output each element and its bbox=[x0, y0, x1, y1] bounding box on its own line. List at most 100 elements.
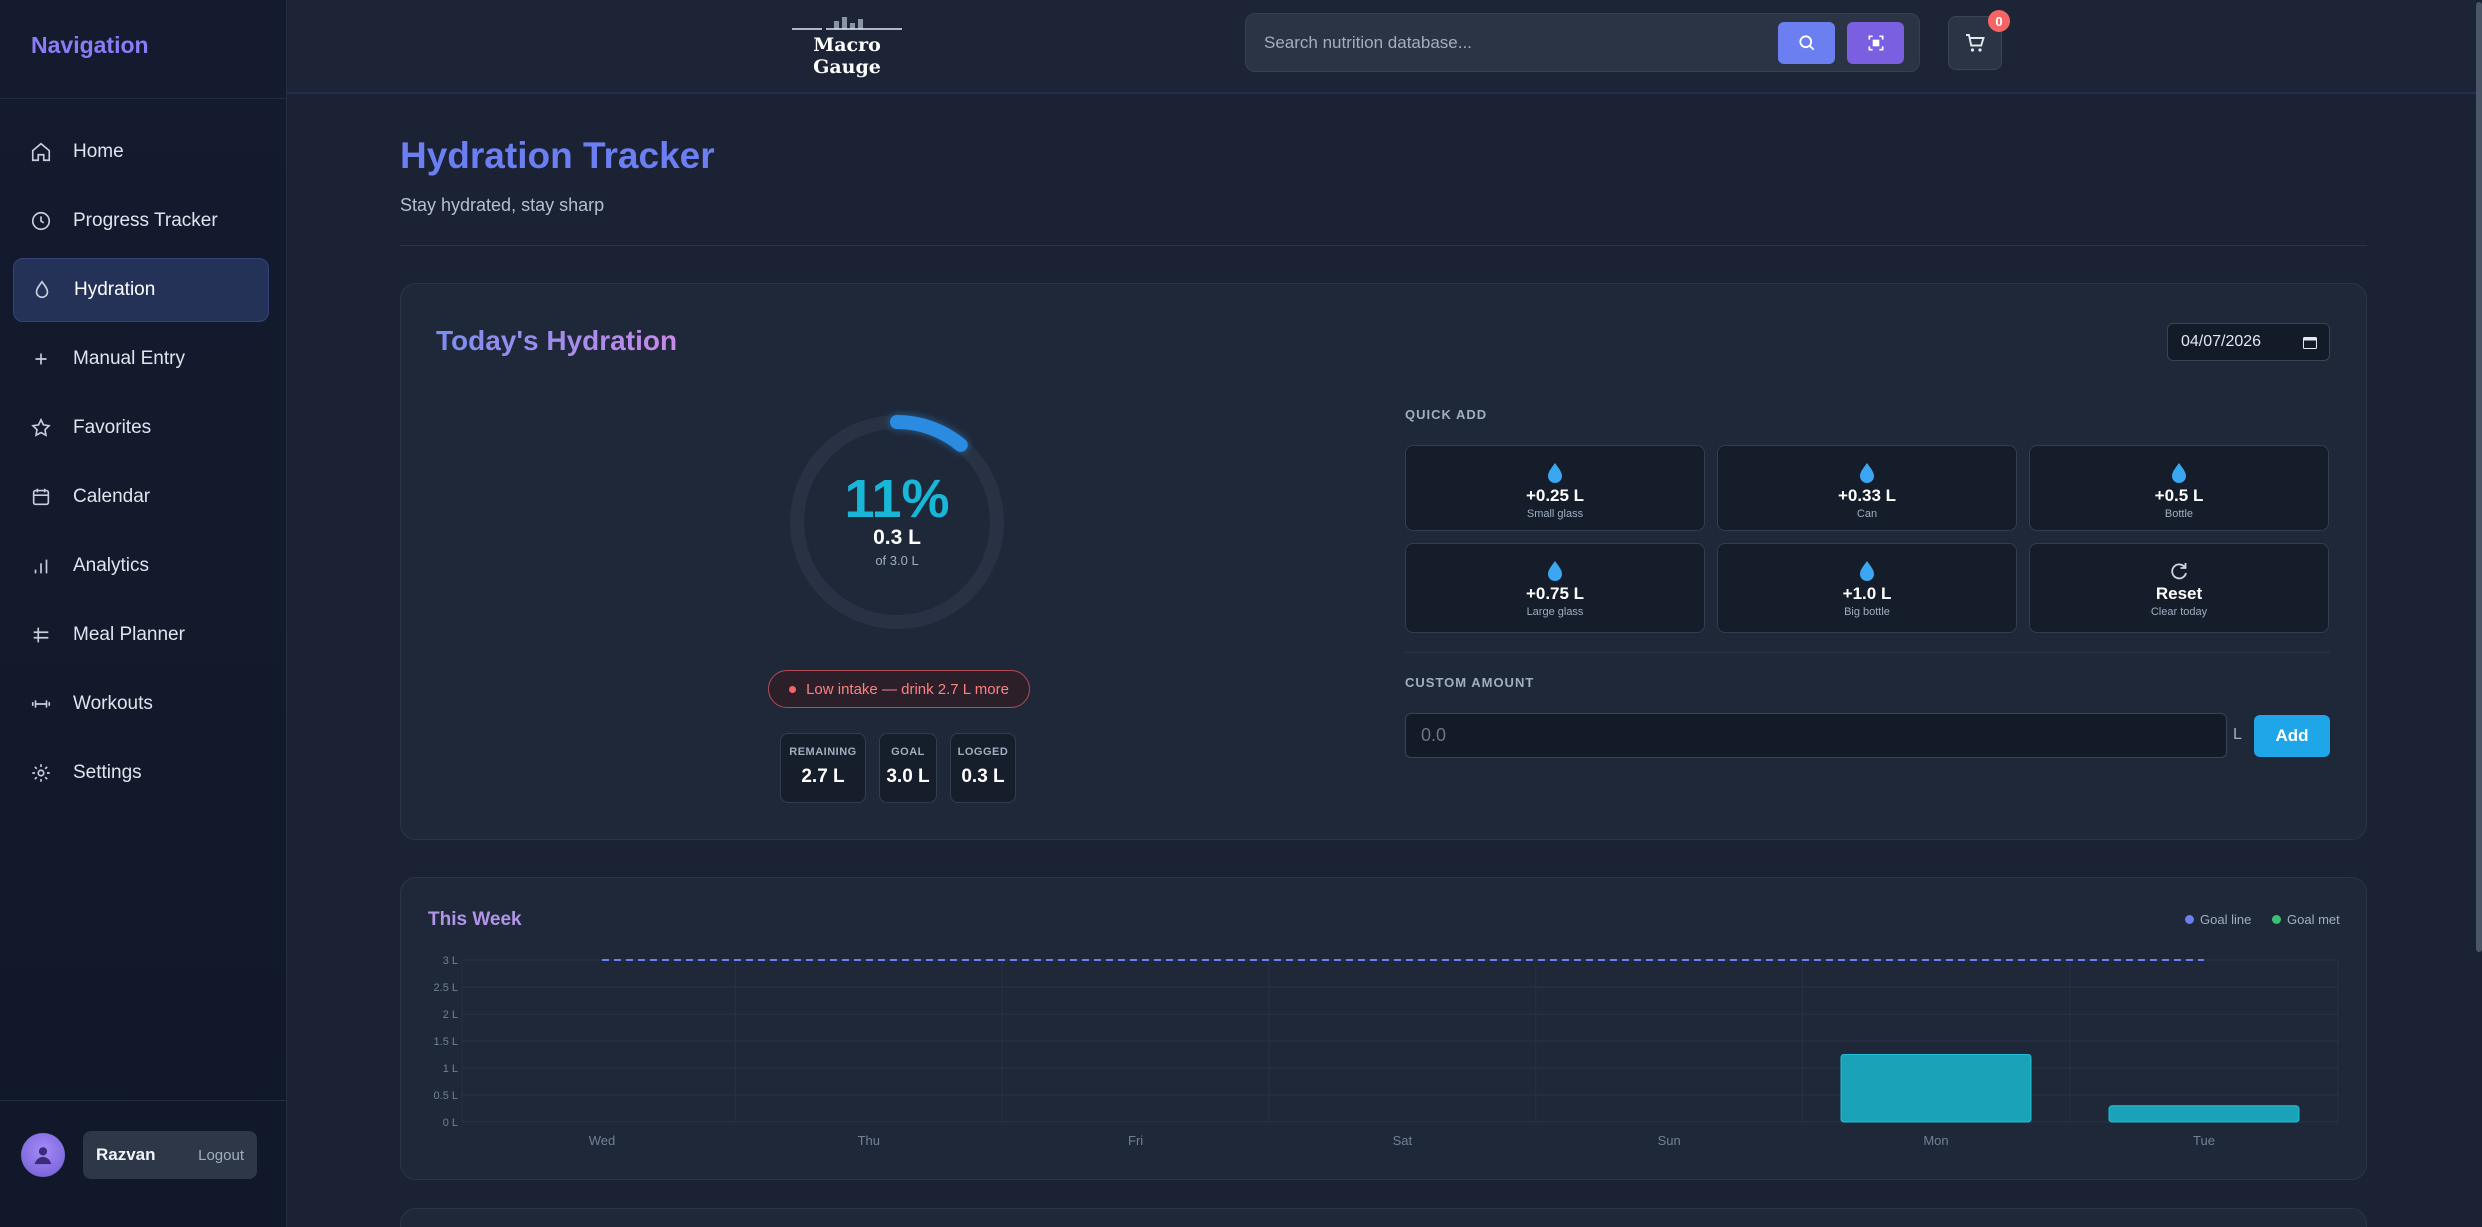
droplet-icon bbox=[1860, 463, 1874, 483]
x-tick-label: Sat bbox=[1393, 1133, 1413, 1148]
page-divider bbox=[400, 245, 2367, 246]
quick-add-big-bottle[interactable]: +1.0 L Big bottle bbox=[1717, 543, 2017, 633]
user-chip: Razvan Logout bbox=[83, 1131, 257, 1179]
user-divider bbox=[0, 1100, 287, 1101]
date-picker[interactable]: 04/07/2026 bbox=[2167, 323, 2330, 361]
stat-value: 3.0 L bbox=[886, 766, 930, 787]
quick-add-desc: Large glass bbox=[1526, 606, 1584, 618]
sidebar-item-label: Analytics bbox=[73, 555, 150, 576]
sidebar-item-label: Home bbox=[73, 141, 124, 162]
custom-amount-input[interactable] bbox=[1405, 713, 2227, 758]
quick-add-amount: +1.0 L bbox=[1842, 584, 1892, 603]
sidebar-item-progress-tracker[interactable]: Progress Tracker bbox=[13, 189, 269, 253]
logo-text: Macro Gauge bbox=[813, 34, 881, 78]
legend-goal-line: Goal line bbox=[2185, 912, 2251, 927]
nav-list: Home Progress Tracker Hydration Manual E… bbox=[13, 120, 269, 810]
bar-chart-icon bbox=[30, 555, 52, 577]
quick-add-small-glass[interactable]: +0.25 L Small glass bbox=[1405, 445, 1705, 531]
quick-add-amount: +0.33 L bbox=[1837, 486, 1897, 505]
quick-add-large-glass[interactable]: +0.75 L Large glass bbox=[1405, 543, 1705, 633]
x-tick-label: Sun bbox=[1658, 1133, 1681, 1148]
y-tick-label: 1 L bbox=[443, 1063, 458, 1075]
today-hydration-title: Today's Hydration bbox=[436, 325, 678, 356]
quick-add-bottle[interactable]: +0.5 L Bottle bbox=[2029, 445, 2329, 531]
stat-label: REMAINING bbox=[789, 746, 857, 758]
quick-add-amount: +0.25 L bbox=[1525, 486, 1585, 505]
y-tick-label: 2.5 L bbox=[434, 982, 458, 994]
sidebar-item-workouts[interactable]: Workouts bbox=[13, 672, 269, 736]
sidebar-item-hydration[interactable]: Hydration bbox=[13, 258, 269, 322]
search-icon bbox=[1798, 35, 1814, 51]
legend-label: Goal line bbox=[2200, 912, 2252, 927]
quick-add-amount: +0.75 L bbox=[1525, 584, 1585, 603]
sidebar-divider bbox=[0, 98, 287, 99]
stat-label: GOAL bbox=[891, 746, 925, 758]
avatar[interactable] bbox=[21, 1133, 65, 1177]
search-input[interactable] bbox=[1264, 28, 1764, 58]
y-tick-label: 3 L bbox=[443, 955, 458, 967]
plus-icon bbox=[30, 348, 52, 370]
sidebar-item-calendar[interactable]: Calendar bbox=[13, 465, 269, 529]
x-tick-label: Mon bbox=[1923, 1133, 1948, 1148]
x-tick-label: Fri bbox=[1128, 1133, 1143, 1148]
page-title: Hydration Tracker bbox=[400, 135, 715, 176]
quick-add-amount: Reset bbox=[2155, 584, 2203, 603]
quick-add-can[interactable]: +0.33 L Can bbox=[1717, 445, 2017, 531]
home-icon bbox=[30, 141, 52, 163]
quick-add-desc: Can bbox=[1856, 508, 1878, 520]
page-subtitle: Stay hydrated, stay sharp bbox=[400, 195, 605, 215]
custom-amount-label: CUSTOM AMOUNT bbox=[1405, 675, 1535, 690]
sidebar-item-settings[interactable]: Settings bbox=[13, 741, 269, 805]
search-button[interactable] bbox=[1778, 22, 1835, 64]
sidebar-item-label: Progress Tracker bbox=[73, 210, 218, 231]
scrollbar-thumb[interactable] bbox=[2476, 2, 2482, 952]
barcode-scan-button[interactable] bbox=[1847, 22, 1904, 64]
calendar-icon bbox=[30, 486, 52, 508]
reset-today-button[interactable]: Reset Clear today bbox=[2029, 543, 2329, 633]
sidebar-item-analytics[interactable]: Analytics bbox=[13, 534, 269, 598]
clock-icon bbox=[30, 210, 52, 232]
sidebar-item-favorites[interactable]: Favorites bbox=[13, 396, 269, 460]
sidebar-item-label: Hydration bbox=[74, 279, 156, 300]
calendar-icon bbox=[2303, 337, 2317, 349]
logout-button[interactable]: Logout bbox=[198, 1147, 244, 1164]
x-tick-label: Wed bbox=[589, 1133, 616, 1148]
legend-dot-icon bbox=[2272, 915, 2281, 924]
y-tick-label: 2 L bbox=[443, 1009, 458, 1021]
user-icon bbox=[34, 1147, 52, 1165]
sidebar-item-meal-planner[interactable]: Meal Planner bbox=[13, 603, 269, 667]
stat-value: 2.7 L bbox=[801, 766, 845, 787]
sidebar-item-label: Calendar bbox=[73, 486, 151, 507]
low-intake-alert: Low intake — drink 2.7 L more bbox=[768, 670, 1030, 708]
legend-label: Goal met bbox=[2287, 912, 2340, 927]
bar bbox=[1840, 1054, 2032, 1123]
sidebar: Navigation Home Progress Tracker Hydrati… bbox=[0, 0, 287, 1227]
sidebar-item-label: Meal Planner bbox=[73, 624, 185, 645]
quick-add-label: QUICK ADD bbox=[1405, 407, 1488, 422]
utensils-icon bbox=[30, 624, 52, 646]
sidebar-item-label: Favorites bbox=[73, 417, 152, 438]
stat-remaining: REMAINING 2.7 L bbox=[780, 733, 866, 803]
sidebar-item-label: Workouts bbox=[73, 693, 153, 714]
stat-logged: LOGGED 0.3 L bbox=[950, 733, 1016, 803]
next-section-card bbox=[400, 1208, 2367, 1227]
stat-goal: GOAL 3.0 L bbox=[879, 733, 937, 803]
sidebar-item-manual-entry[interactable]: Manual Entry bbox=[13, 327, 269, 391]
stat-value: 0.3 L bbox=[961, 766, 1005, 787]
x-tick-label: Thu bbox=[858, 1133, 880, 1148]
sidebar-item-label: Settings bbox=[73, 762, 142, 783]
hydration-percent: 11% bbox=[844, 469, 950, 529]
user-name: Razvan bbox=[96, 1145, 156, 1164]
top-header: Macro Gauge 0 bbox=[287, 0, 2482, 94]
cart-count-badge: 0 bbox=[1988, 10, 2010, 32]
stat-label: LOGGED bbox=[957, 746, 1009, 758]
alert-dot-icon bbox=[789, 685, 797, 693]
droplet-icon bbox=[1548, 561, 1562, 581]
custom-amount-unit: L bbox=[2233, 726, 2242, 743]
sidebar-item-home[interactable]: Home bbox=[13, 120, 269, 184]
scan-icon bbox=[1868, 35, 1883, 51]
add-custom-amount-button[interactable]: Add bbox=[2254, 715, 2330, 757]
reset-icon bbox=[2171, 563, 2187, 580]
dumbbell-icon bbox=[30, 693, 52, 715]
quick-add-desc: Bottle bbox=[2164, 508, 2194, 520]
